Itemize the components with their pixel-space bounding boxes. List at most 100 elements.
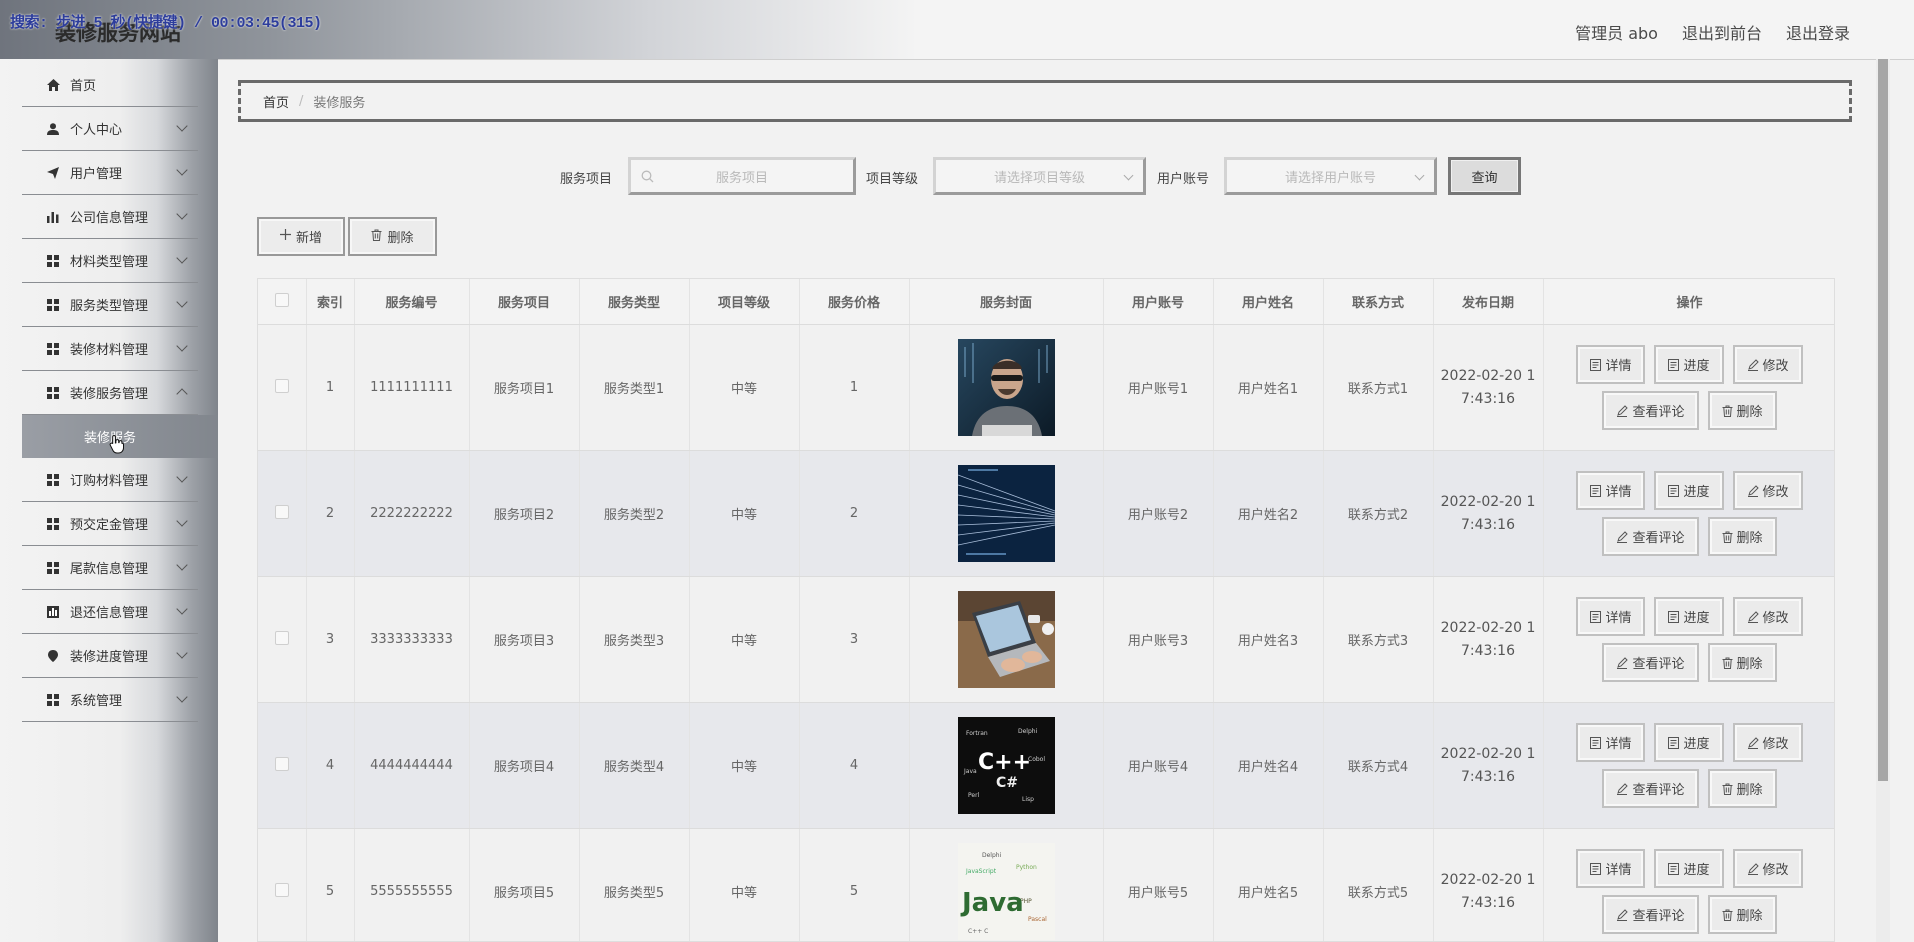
row-select-cell[interactable] xyxy=(258,450,307,577)
row-checkbox[interactable] xyxy=(274,378,289,393)
svg-text:Fortran: Fortran xyxy=(966,730,988,737)
view-comments-button[interactable]: 查看评论 xyxy=(1602,769,1699,808)
view-comments-button[interactable]: 查看评论 xyxy=(1602,517,1699,556)
chevron-down-icon xyxy=(1414,170,1425,181)
level-cell: 中等 xyxy=(689,324,800,451)
sidebar-item-decor-service[interactable]: 装修服务管理 xyxy=(22,371,198,415)
edit-button[interactable]: 修改 xyxy=(1732,849,1803,888)
sidebar-item-home[interactable]: 首页 xyxy=(22,63,198,107)
sidebar-item-label: 预交定金管理 xyxy=(70,518,149,533)
detail-button[interactable]: 详情 xyxy=(1576,597,1646,636)
sidebar-item-label: 退还信息管理 xyxy=(70,606,149,621)
progress-button[interactable]: 进度 xyxy=(1654,597,1724,636)
edit-button[interactable]: 修改 xyxy=(1732,597,1803,636)
detail-button[interactable]: 详情 xyxy=(1576,345,1646,384)
edit-icon xyxy=(1617,530,1629,543)
table-row: 5 5555555555 服务项目5 服务类型5 中等 5 Delphi Pyth… xyxy=(258,828,1834,941)
code-cell: 2222222222 xyxy=(354,450,470,577)
row-delete-button[interactable]: 删除 xyxy=(1707,769,1777,808)
contact-cell: 联系方式1 xyxy=(1323,324,1434,451)
cover-image: DelphiPythonJavaScriptPascalC++ CPHPJava xyxy=(957,843,1055,940)
svg-text:C++: C++ xyxy=(978,750,1031,775)
table-row: 4 4444444444 服务项目4 服务类型4 中等 4 Fortran Del… xyxy=(258,702,1834,829)
level-select[interactable]: 请选择项目等级 xyxy=(933,157,1146,195)
cover-image xyxy=(957,591,1055,688)
row-select-cell[interactable] xyxy=(258,828,307,941)
sidebar-item-progress[interactable]: 装修进度管理 xyxy=(22,634,198,678)
row-checkbox[interactable] xyxy=(274,630,289,645)
select-all-checkbox[interactable] xyxy=(274,292,289,307)
vertical-scrollbar[interactable] xyxy=(1876,59,1890,942)
sidebar-item-profile[interactable]: 个人中心 xyxy=(22,107,198,151)
progress-button[interactable]: 进度 xyxy=(1654,471,1724,510)
query-button[interactable]: 查询 xyxy=(1448,157,1521,195)
index-cell: 4 xyxy=(306,702,355,829)
sidebar-item-balance[interactable]: 尾款信息管理 xyxy=(22,546,198,590)
row-select-cell[interactable] xyxy=(258,702,307,829)
cover-image xyxy=(957,339,1055,436)
edit-button-label: 修改 xyxy=(1762,611,1789,626)
delete-button[interactable]: 删除 xyxy=(348,217,437,256)
row-checkbox[interactable] xyxy=(274,504,289,519)
edit-button[interactable]: 修改 xyxy=(1732,723,1803,762)
date-line: 2022-02-20 1 xyxy=(1440,367,1536,384)
progress-button-label: 进度 xyxy=(1683,863,1710,878)
svg-text:Delphi: Delphi xyxy=(1018,728,1038,735)
view-comments-button[interactable]: 查看评论 xyxy=(1602,643,1699,682)
row-select-cell[interactable] xyxy=(258,324,307,451)
add-button[interactable]: 新增 xyxy=(257,217,345,256)
row-delete-button[interactable]: 删除 xyxy=(1707,517,1777,556)
admin-user-link[interactable]: 管理员 abo xyxy=(1575,20,1658,44)
recording-overlay: 搜索: 步进 5 秒(快捷键) / 00:03:45(315) xyxy=(10,15,322,32)
sidebar-item-refund[interactable]: 退还信息管理 xyxy=(22,590,198,634)
account-cell: 用户账号3 xyxy=(1103,576,1214,703)
sidebar-item-material-type[interactable]: 材料类型管理 xyxy=(22,239,198,283)
edit-button[interactable]: 修改 xyxy=(1732,471,1803,510)
type-cell: 服务类型2 xyxy=(579,450,690,577)
account-select[interactable]: 请选择用户账号 xyxy=(1224,157,1437,195)
sidebar-item-label: 服务类型管理 xyxy=(70,299,149,314)
row-delete-button[interactable]: 删除 xyxy=(1707,391,1777,430)
sidebar-item-order-material[interactable]: 订购材料管理 xyxy=(22,458,198,502)
row-delete-button[interactable]: 删除 xyxy=(1707,643,1777,682)
sidebar-item-service-type[interactable]: 服务类型管理 xyxy=(22,283,198,327)
view-comments-button[interactable]: 查看评论 xyxy=(1602,895,1699,934)
logout-link[interactable]: 退出登录 xyxy=(1786,20,1850,44)
cover-image xyxy=(957,465,1055,562)
document-icon xyxy=(1668,358,1680,371)
breadcrumb-home[interactable]: 首页 xyxy=(263,92,289,111)
detail-button[interactable]: 详情 xyxy=(1576,849,1646,888)
edit-button[interactable]: 修改 xyxy=(1732,345,1803,384)
view-comments-button[interactable]: 查看评论 xyxy=(1602,391,1699,430)
detail-button[interactable]: 详情 xyxy=(1576,723,1646,762)
sidebar-item-system[interactable]: 系统管理 xyxy=(22,678,198,722)
row-checkbox[interactable] xyxy=(274,882,289,897)
scrollbar-thumb[interactable] xyxy=(1878,59,1888,781)
progress-button[interactable]: 进度 xyxy=(1654,723,1724,762)
view-comments-button-label: 查看评论 xyxy=(1632,909,1685,924)
sidebar-item-company[interactable]: 公司信息管理 xyxy=(22,195,198,239)
column-header: 服务项目 xyxy=(469,279,580,325)
name-cell: 用户姓名3 xyxy=(1213,576,1324,703)
account-cell: 用户账号1 xyxy=(1103,324,1214,451)
progress-button[interactable]: 进度 xyxy=(1654,849,1724,888)
account-label: 用户账号 xyxy=(1157,172,1210,187)
name-cell: 用户姓名2 xyxy=(1213,450,1324,577)
sidebar-item-users[interactable]: 用户管理 xyxy=(22,151,198,195)
trash-icon xyxy=(1722,783,1732,795)
document-icon xyxy=(1590,862,1602,875)
row-delete-button-label: 删除 xyxy=(1736,531,1763,546)
select-all-cell[interactable] xyxy=(258,279,307,325)
row-select-cell[interactable] xyxy=(258,576,307,703)
front-page-link[interactable]: 退出到前台 xyxy=(1682,20,1762,44)
sidebar-item-decor-material[interactable]: 装修材料管理 xyxy=(22,327,198,371)
sidebar-item-label: 装修服务管理 xyxy=(70,387,149,402)
progress-button[interactable]: 进度 xyxy=(1654,345,1724,384)
row-checkbox[interactable] xyxy=(274,756,289,771)
level-cell: 中等 xyxy=(689,576,800,703)
row-delete-button[interactable]: 删除 xyxy=(1707,895,1777,934)
service-item-input[interactable]: 服务项目 xyxy=(628,157,856,195)
sidebar-item-deposit[interactable]: 预交定金管理 xyxy=(22,502,198,546)
detail-button[interactable]: 详情 xyxy=(1576,471,1646,510)
account-cell: 用户账号4 xyxy=(1103,702,1214,829)
